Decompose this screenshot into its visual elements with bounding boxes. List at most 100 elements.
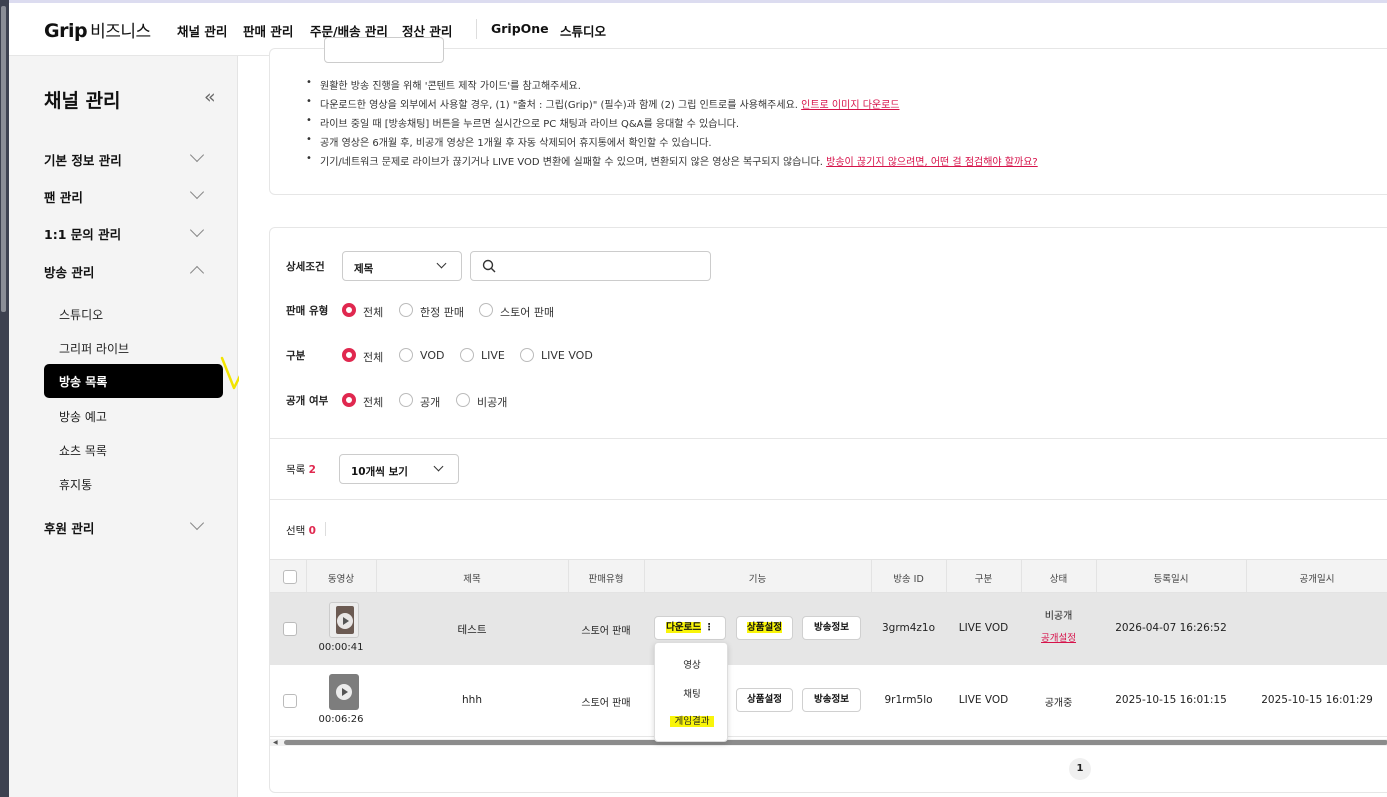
chevron-down-icon[interactable] xyxy=(189,515,205,531)
row-title: hhh xyxy=(462,694,482,706)
topnav-channel[interactable]: 채널 관리 xyxy=(177,21,227,40)
category-all-radio[interactable] xyxy=(342,348,356,362)
row-status: 비공개 xyxy=(1044,611,1073,622)
sidebar-item-broadcast-preview[interactable]: 방송 예고 xyxy=(59,408,107,425)
column-header-broadcast-id: 방송 ID xyxy=(893,574,924,585)
category-live-radio[interactable] xyxy=(460,348,474,362)
collapse-sidebar-icon[interactable]: « xyxy=(204,86,216,108)
video-duration: 00:00:41 xyxy=(318,642,364,653)
publish-settings-link[interactable]: 공개설정 xyxy=(1021,630,1096,644)
download-button[interactable]: 다운로드 ⋮ xyxy=(654,616,726,640)
divider xyxy=(270,499,1387,500)
sidebar-item-studio[interactable]: 스튜디오 xyxy=(59,306,103,323)
row-checkbox[interactable] xyxy=(283,694,297,708)
video-thumbnail[interactable] xyxy=(329,602,359,638)
sidebar-group-broadcast[interactable]: 방송 관리 xyxy=(44,262,94,281)
horizontal-scrollbar[interactable]: ◀ xyxy=(270,739,1387,746)
sidebar-item-broadcast-list[interactable]: 방송 목록 xyxy=(44,364,223,398)
download-menu-item-chat[interactable]: 채팅 xyxy=(655,686,729,700)
download-menu-item-video[interactable]: 영상 xyxy=(655,657,729,671)
radio-label: 스토어 판매 xyxy=(500,306,555,319)
select-value: 10개씩 보기 xyxy=(351,466,408,478)
radio-label: 한정 판매 xyxy=(420,306,464,319)
sidebar-item-gripper-live[interactable]: 그리퍼 라이브 xyxy=(59,340,129,357)
column-header-published: 공개일시 xyxy=(1299,574,1335,585)
pagination-page[interactable]: 1 xyxy=(1069,758,1091,780)
page-size-select[interactable]: 10개씩 보기 xyxy=(339,454,459,484)
select-value: 제목 xyxy=(354,263,374,275)
sale-type-store-radio[interactable] xyxy=(479,303,493,317)
intro-image-download-link[interactable]: 인트로 이미지 다운로드 xyxy=(801,100,899,111)
category-vod-radio[interactable] xyxy=(399,348,413,362)
product-settings-button[interactable]: 상품설정 xyxy=(736,688,793,712)
play-icon xyxy=(336,684,352,700)
detail-condition-select[interactable]: 제목 xyxy=(342,251,462,281)
broadcast-info-button[interactable]: 방송정보 xyxy=(802,616,861,640)
window-edge xyxy=(0,0,9,797)
selected-count-label: 선택 xyxy=(286,525,306,537)
row-registered: 2026-04-07 16:26:52 xyxy=(1115,622,1227,634)
chevron-down-icon xyxy=(433,461,444,472)
column-header-status: 상태 xyxy=(1049,574,1068,585)
sidebar-item-trash[interactable]: 휴지통 xyxy=(59,476,92,493)
sale-type-limited-radio[interactable] xyxy=(399,303,413,317)
window-scroll-thumb[interactable] xyxy=(1,6,6,312)
table-row[interactable]: 00:00:41 테스트 스토어 판매 다운로드 ⋮ 상품설정 방송정보 3gr… xyxy=(270,593,1387,665)
detail-condition-label: 상세조건 xyxy=(286,261,325,273)
sidebar-group-inquiries[interactable]: 1:1 문의 관리 xyxy=(44,224,121,243)
visibility-public-radio[interactable] xyxy=(399,393,413,407)
chevron-down-icon[interactable] xyxy=(189,147,205,163)
chevron-down-icon[interactable] xyxy=(189,184,205,200)
broadcast-check-link[interactable]: 방송이 끊기지 않으려면, 어떤 걸 점검해야 할까요? xyxy=(826,157,1038,168)
row-checkbox[interactable] xyxy=(283,622,297,636)
row-sale-type: 스토어 판매 xyxy=(581,626,631,637)
column-header-registered: 등록일시 xyxy=(1153,574,1189,585)
chevron-down-icon[interactable] xyxy=(189,222,205,238)
row-published: 2025-10-15 16:01:29 xyxy=(1261,694,1373,706)
radio-label: 공개 xyxy=(420,396,441,409)
row-category: LIVE VOD xyxy=(958,694,1009,706)
radio-label: 전체 xyxy=(363,306,384,319)
grip-business-logo[interactable]: Grip 비즈니스 xyxy=(44,17,151,42)
topnav-studio[interactable]: 스튜디오 xyxy=(560,21,606,40)
sidebar-item-shorts-list[interactable]: 쇼츠 목록 xyxy=(59,442,107,459)
list-count-label: 목록 xyxy=(286,464,306,476)
guide-card: 원활한 방송 진행을 위해 '콘텐트 제작 가이드'를 참고해주세요. 다운로드… xyxy=(269,37,1387,195)
menu-item-label: 게임결과 xyxy=(669,716,715,727)
category-label: 구분 xyxy=(286,350,306,362)
product-settings-button[interactable]: 상품설정 xyxy=(736,616,793,640)
select-all-checkbox[interactable] xyxy=(283,570,297,584)
category-live-vod-radio[interactable] xyxy=(520,348,534,362)
scroll-left-icon[interactable]: ◀ xyxy=(273,739,278,746)
note-text: 공개 영상은 6개월 후, 비공개 영상은 1개월 후 자동 삭제되어 휴지통에… xyxy=(320,138,712,149)
guide-note: 기기/네트워크 문제로 라이브가 끊기거나 LIVE VOD 변환에 실패할 수… xyxy=(306,153,1038,172)
topnav-sales[interactable]: 판매 관리 xyxy=(243,21,293,40)
radio-label: VOD xyxy=(420,349,445,362)
download-menu-item-game-results[interactable]: 게임결과 xyxy=(655,713,729,727)
content-guide-button[interactable] xyxy=(324,37,444,63)
scrollbar-thumb[interactable] xyxy=(284,740,1387,745)
sidebar-group-basic-info[interactable]: 기본 정보 관리 xyxy=(44,150,122,169)
row-title: 테스트 xyxy=(457,624,487,636)
search-input[interactable] xyxy=(470,251,711,281)
guide-note: 공개 영상은 6개월 후, 비공개 영상은 1개월 후 자동 삭제되어 휴지통에… xyxy=(306,134,1038,153)
sale-type-all-radio[interactable] xyxy=(342,303,356,317)
chevron-up-icon[interactable] xyxy=(189,265,205,281)
broadcast-info-button[interactable]: 방송정보 xyxy=(802,688,861,712)
visibility-private-radio[interactable] xyxy=(456,393,470,407)
visibility-all-radio[interactable] xyxy=(342,393,356,407)
button-label: 상품설정 xyxy=(747,622,782,633)
radio-label: LIVE VOD xyxy=(541,349,593,362)
download-menu: 영상 채팅 게임결과 xyxy=(654,642,728,742)
selected-count: 선택 0 xyxy=(286,523,316,538)
note-text: 라이브 중일 때 [방송채팅] 버튼을 누르면 실시간으로 PC 채팅과 라이브… xyxy=(320,119,740,130)
logo-subtext: 비즈니스 xyxy=(90,22,151,42)
sidebar-group-sponsorship[interactable]: 후원 관리 xyxy=(44,518,94,537)
sidebar-group-fans[interactable]: 팬 관리 xyxy=(44,187,83,206)
topnav-gripone[interactable]: GripOne xyxy=(491,21,549,36)
note-text: 기기/네트워크 문제로 라이브가 끊기거나 LIVE VOD 변환에 실패할 수… xyxy=(320,157,823,168)
video-thumbnail[interactable] xyxy=(329,674,359,710)
table-row[interactable]: 00:06:26 hhh 스토어 판매 상품설정 방송정보 9r1rm5lo L… xyxy=(270,665,1387,737)
list-count-value: 2 xyxy=(308,464,316,476)
list-count: 목록 2 xyxy=(286,462,316,477)
